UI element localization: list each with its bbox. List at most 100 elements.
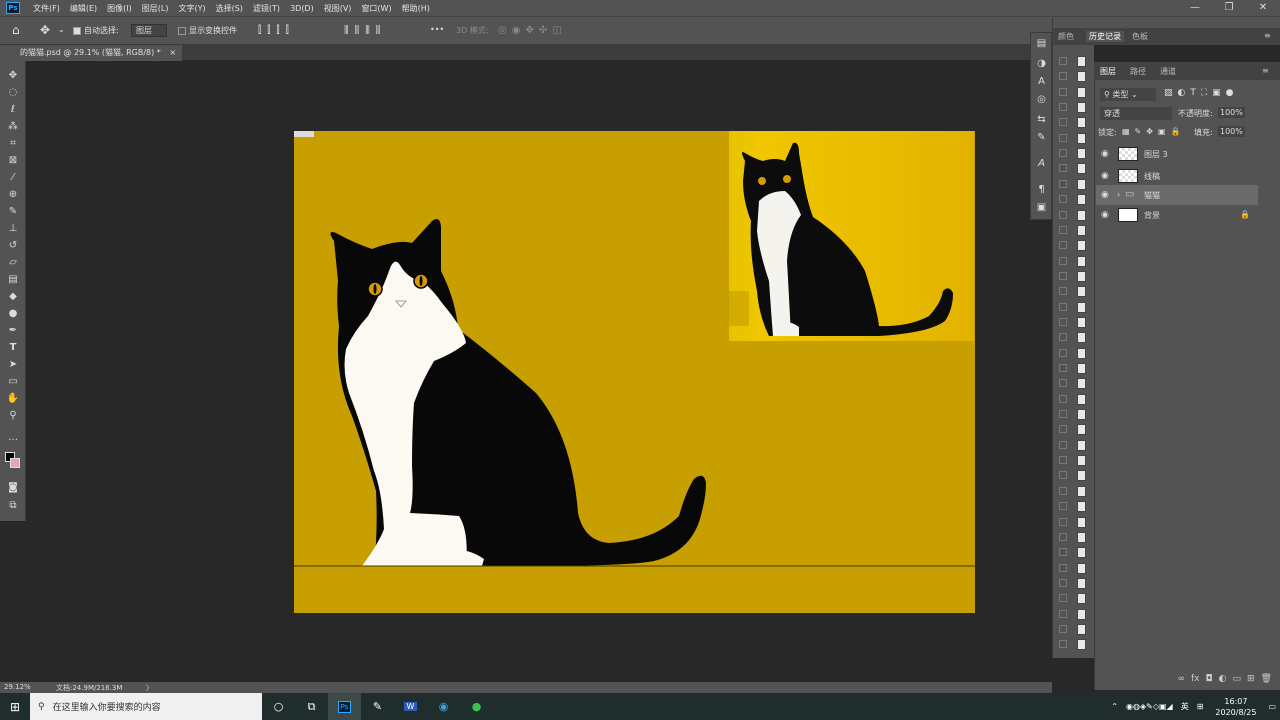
tab-color[interactable]: 颜色 [1058, 31, 1074, 42]
eraser-tool-icon[interactable]: ▱ [6, 256, 20, 270]
history-state-row[interactable] [1057, 392, 1091, 407]
history-state-row[interactable] [1057, 330, 1091, 345]
history-brush-tool-icon[interactable]: ↺ [6, 239, 20, 253]
clone-source-panel-icon[interactable]: ▣ [1035, 201, 1048, 214]
history-state-row[interactable] [1057, 591, 1091, 606]
menu-filter[interactable]: 滤镜(T) [248, 3, 285, 14]
history-brush-box[interactable] [1059, 179, 1067, 188]
paragraph-panel-icon[interactable]: ¶ [1035, 183, 1048, 196]
align-buttons-icon[interactable]: ⫿⫿⫿⫿ [258, 25, 295, 36]
history-brush-box[interactable] [1059, 149, 1067, 158]
history-brush-box[interactable] [1059, 241, 1067, 250]
quick-mask-icon[interactable]: ◙ [6, 481, 20, 495]
visibility-eye-icon[interactable]: ◉ [1101, 171, 1109, 181]
history-state-row[interactable] [1057, 407, 1091, 422]
fill-input[interactable]: 100% [1218, 126, 1245, 137]
menu-window[interactable]: 窗口(W) [356, 3, 396, 14]
brush-tool-icon[interactable]: ✎ [6, 205, 20, 219]
history-brush-box[interactable] [1059, 57, 1067, 65]
tab-channels[interactable]: 通道 [1160, 66, 1176, 77]
tab-paths[interactable]: 路径 [1130, 66, 1146, 77]
add-mask-icon[interactable]: ◘ [1206, 672, 1213, 687]
history-state-row[interactable] [1057, 499, 1091, 514]
visibility-eye-icon[interactable]: ◉ [1101, 210, 1109, 220]
eyedropper-tool-icon[interactable]: ⁄ [6, 171, 20, 185]
history-brush-box[interactable] [1059, 440, 1067, 449]
glyphs-panel-icon[interactable]: A [1035, 157, 1048, 170]
history-state-row[interactable] [1057, 161, 1091, 176]
history-state-row[interactable] [1057, 238, 1091, 253]
history-brush-box[interactable] [1059, 578, 1067, 587]
layer-filter-dropdown[interactable]: ⚲ 类型 ⌄ [1100, 88, 1156, 101]
clone-stamp-tool-icon[interactable]: ⊥ [6, 222, 20, 236]
move-tool-icon[interactable]: ✥ [40, 23, 50, 37]
history-brush-box[interactable] [1059, 333, 1067, 342]
history-state-row[interactable] [1057, 346, 1091, 361]
history-state-row[interactable] [1057, 254, 1091, 269]
history-state-row[interactable] [1057, 284, 1091, 299]
tray-app-icons[interactable]: ◉◍◈✎◇▣◢ [1122, 702, 1177, 711]
clock[interactable]: 16:07 2020/8/25 [1207, 696, 1264, 718]
history-state-row[interactable] [1057, 545, 1091, 560]
word-app-icon[interactable]: W [394, 693, 427, 720]
history-state-row[interactable] [1057, 622, 1091, 637]
history-brush-box[interactable] [1059, 379, 1067, 388]
history-state-row[interactable] [1057, 468, 1091, 483]
group-expand-chevron-icon[interactable]: › [1117, 190, 1120, 199]
history-brush-box[interactable] [1059, 133, 1067, 142]
history-brush-box[interactable] [1059, 640, 1067, 649]
history-brush-box[interactable] [1059, 548, 1067, 557]
cortana-icon[interactable]: ○ [262, 693, 295, 720]
layer-row[interactable]: ◉ 图层 3 [1096, 144, 1258, 164]
history-state-row[interactable] [1057, 576, 1091, 591]
history-state-row[interactable] [1057, 269, 1091, 284]
history-brush-box[interactable] [1059, 410, 1067, 419]
history-state-row[interactable] [1057, 131, 1091, 146]
layers-panel-icon[interactable]: ▤ [1035, 37, 1048, 50]
auto-select-option[interactable]: 自动选择: [73, 25, 119, 36]
history-brush-box[interactable] [1059, 210, 1067, 219]
visibility-eye-icon[interactable]: ◉ [1101, 149, 1109, 159]
history-state-row[interactable] [1057, 530, 1091, 545]
history-state-row[interactable] [1057, 484, 1091, 499]
layer-name[interactable]: 猫猫 [1144, 190, 1160, 201]
delete-layer-icon[interactable]: 🗑 [1261, 672, 1272, 687]
history-state-row[interactable] [1057, 561, 1091, 576]
tab-history[interactable]: 历史记录 [1086, 31, 1124, 42]
ime-grid-icon[interactable]: ⊞ [1193, 702, 1208, 711]
history-brush-box[interactable] [1059, 394, 1067, 403]
lasso-tool-icon[interactable]: ℓ [6, 103, 20, 117]
lock-icons[interactable]: ▦✎✥▣🔒 [1122, 127, 1185, 136]
auto-select-checkbox[interactable] [73, 26, 81, 35]
history-brush-box[interactable] [1059, 225, 1067, 234]
screen-mode-icon[interactable]: ⧉ [6, 499, 20, 513]
wechat-app-icon[interactable]: ● [460, 693, 493, 720]
gradient-tool-icon[interactable]: ▤ [6, 273, 20, 287]
dodge-tool-icon[interactable]: ● [6, 307, 20, 321]
type-tool-icon[interactable]: T [6, 341, 20, 355]
distribute-buttons-icon[interactable]: ⫼⫼⫼⫼ [344, 25, 386, 36]
minimize-button[interactable]: — [1178, 0, 1212, 16]
hand-tool-icon[interactable]: ✋ [6, 392, 20, 406]
opacity-input[interactable]: 100% [1218, 107, 1245, 118]
auto-select-dropdown[interactable]: 图层 [131, 24, 167, 37]
show-transform-checkbox[interactable] [178, 26, 186, 35]
history-brush-box[interactable] [1059, 594, 1067, 603]
menu-layer[interactable]: 图层(L) [137, 3, 174, 14]
status-arrow-icon[interactable]: 〉 [146, 683, 153, 693]
history-brush-box[interactable] [1059, 425, 1067, 434]
close-button[interactable]: ✕ [1246, 0, 1280, 16]
history-brush-box[interactable] [1059, 532, 1067, 541]
blur-tool-icon[interactable]: ◆ [6, 290, 20, 304]
menu-help[interactable]: 帮助(H) [397, 3, 435, 14]
fx-icon[interactable]: fx [1191, 672, 1200, 687]
input-method-indicator[interactable]: 英 [1177, 701, 1193, 712]
layer-filter-icons[interactable]: ▨◐T⛶▣● [1164, 88, 1239, 98]
zoom-level[interactable]: 29.12% [4, 683, 31, 691]
background-color-swatch[interactable] [10, 458, 20, 468]
history-brush-box[interactable] [1059, 195, 1067, 204]
zoom-tool-icon[interactable]: ⚲ [6, 409, 20, 423]
document-tab[interactable]: 的猫猫.psd @ 29.1% (猫猫, RGB/8) * × [0, 45, 183, 61]
menu-3d[interactable]: 3D(D) [285, 4, 319, 13]
history-brush-box[interactable] [1059, 563, 1067, 572]
